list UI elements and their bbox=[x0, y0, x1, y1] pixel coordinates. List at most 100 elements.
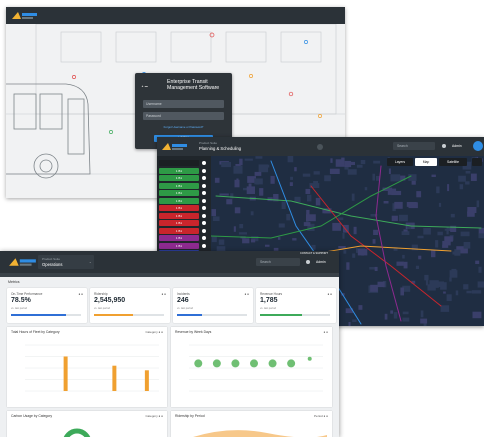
kpi-card-revenue-hours[interactable]: Revenue Hours ● ● 1,785 vs. last period bbox=[256, 288, 336, 323]
map-block bbox=[477, 281, 484, 288]
data-point bbox=[250, 359, 258, 368]
module-name[interactable]: Planning & Scheduling bbox=[199, 146, 241, 151]
data-point bbox=[231, 359, 240, 368]
kpi-card-incidents[interactable]: Incidents ● ● 246 vs. last period bbox=[173, 288, 253, 323]
panel-controls[interactable]: ● ● bbox=[324, 330, 328, 334]
map-block bbox=[471, 290, 482, 294]
map-block bbox=[277, 237, 281, 240]
avatar[interactable] bbox=[473, 141, 483, 151]
map-block bbox=[357, 249, 368, 256]
map-block bbox=[278, 223, 285, 228]
kpi-sub: vs. last period bbox=[177, 307, 194, 310]
kpi-progress bbox=[177, 314, 247, 316]
map-block bbox=[294, 167, 297, 172]
kpi-controls[interactable]: ● ● bbox=[328, 292, 332, 296]
map-block bbox=[360, 160, 366, 165]
kpi-card-ridership[interactable]: Ridership ● ● 2,545,950 vs. last period bbox=[90, 288, 170, 323]
route-item[interactable]: 1 B1 bbox=[159, 242, 199, 249]
route-item[interactable]: 1 B1 bbox=[159, 227, 199, 234]
route-visibility-icon[interactable] bbox=[202, 183, 206, 188]
route-item[interactable]: 1 B1 bbox=[159, 220, 199, 226]
menu-icon[interactable] bbox=[317, 144, 323, 150]
kpi-controls[interactable]: ● ● bbox=[162, 292, 166, 296]
map-block bbox=[342, 233, 345, 239]
tab-satellite[interactable]: Satellite bbox=[439, 158, 467, 166]
route-item[interactable]: 1 B1 bbox=[159, 190, 199, 196]
panel-title: Total Hours of Fleet by Category bbox=[11, 330, 60, 334]
chevron-down-icon: ⌄ bbox=[89, 260, 92, 264]
username-field[interactable]: Username bbox=[143, 100, 224, 108]
tab-layers[interactable]: Layers bbox=[387, 158, 413, 166]
map-block bbox=[408, 174, 417, 181]
map-block bbox=[281, 201, 286, 209]
route-item[interactable]: 1 B1 bbox=[159, 205, 199, 211]
bar bbox=[112, 365, 117, 391]
forgot-link[interactable]: Forgot Username or Password? bbox=[135, 125, 232, 129]
map-block bbox=[465, 181, 470, 185]
data-point bbox=[194, 359, 203, 368]
route-visibility-icon[interactable] bbox=[202, 213, 206, 218]
kpi-progress-fill bbox=[11, 314, 66, 316]
map-block bbox=[221, 162, 231, 168]
map-block bbox=[292, 238, 297, 241]
notification-icon[interactable] bbox=[306, 260, 310, 264]
kpi-controls[interactable]: ● ● bbox=[245, 292, 249, 296]
kpi-label: Ridership bbox=[94, 292, 108, 296]
map-block bbox=[417, 235, 424, 239]
kpi-card-on-time[interactable]: On-Time Performance ● ● 78.5% vs. last p… bbox=[7, 288, 87, 323]
fullscreen-icon[interactable] bbox=[472, 158, 482, 166]
search-input[interactable]: Search bbox=[256, 258, 300, 266]
kpi-progress-fill bbox=[94, 314, 133, 316]
user-menu[interactable]: Admin bbox=[452, 144, 462, 148]
category-filter[interactable]: Category ● ● bbox=[146, 330, 163, 334]
map-block bbox=[265, 244, 270, 247]
route-visibility-icon[interactable] bbox=[202, 168, 206, 173]
kpi-progress bbox=[260, 314, 330, 316]
map-block bbox=[460, 231, 470, 237]
route-visibility-icon[interactable] bbox=[202, 221, 206, 225]
map-block bbox=[478, 232, 484, 239]
route-visibility-icon[interactable] bbox=[202, 228, 206, 233]
map-block bbox=[402, 254, 405, 259]
period-filter[interactable]: Period ● ● bbox=[314, 414, 328, 418]
route-visibility-icon[interactable] bbox=[202, 198, 206, 203]
map-block bbox=[463, 284, 469, 290]
map-block bbox=[476, 200, 480, 208]
app-title: Enterprise Transit Management Software bbox=[167, 79, 220, 91]
tab-map[interactable]: Map bbox=[415, 158, 437, 166]
map-block bbox=[348, 322, 351, 326]
bar bbox=[144, 370, 149, 391]
route-item[interactable]: 1 B1 bbox=[159, 175, 199, 181]
route-visibility-icon[interactable] bbox=[202, 161, 206, 165]
notification-icon[interactable] bbox=[442, 144, 446, 148]
map-block bbox=[294, 196, 301, 203]
kpi-value: 1,785 bbox=[260, 297, 278, 304]
revenue-panel: Revenue by Week Days ● ● bbox=[171, 327, 332, 407]
route-visibility-icon[interactable] bbox=[202, 206, 206, 210]
kpi-progress-fill bbox=[177, 314, 202, 316]
map-block bbox=[270, 175, 275, 184]
route-item[interactable]: 1 B1 bbox=[159, 235, 199, 241]
map-block bbox=[391, 190, 402, 196]
route-item[interactable]: 1 B1 bbox=[159, 182, 199, 189]
route-visibility-icon[interactable] bbox=[202, 191, 206, 195]
route-visibility-icon[interactable] bbox=[202, 243, 206, 248]
map-block bbox=[401, 231, 410, 235]
route-visibility-icon[interactable] bbox=[202, 176, 206, 180]
map-block bbox=[466, 290, 472, 294]
map-block bbox=[450, 213, 455, 218]
contact-link[interactable]: CONTACT & SUPPORT bbox=[300, 252, 328, 255]
search-input[interactable]: Search bbox=[393, 142, 435, 150]
route-item[interactable]: 1 B1 bbox=[159, 197, 199, 204]
category-filter[interactable]: Category ● ● bbox=[146, 414, 163, 418]
map-block bbox=[438, 202, 442, 207]
password-field[interactable]: Password bbox=[143, 112, 224, 120]
route-item[interactable]: 1 B1 bbox=[159, 212, 199, 219]
map-block bbox=[431, 174, 436, 177]
route-item[interactable]: 1 B1 bbox=[159, 167, 199, 174]
user-menu[interactable]: Admin bbox=[316, 260, 326, 264]
route-item[interactable] bbox=[159, 160, 199, 166]
route-visibility-icon[interactable] bbox=[202, 236, 206, 240]
kpi-controls[interactable]: ● ● bbox=[79, 292, 83, 296]
map-block bbox=[467, 211, 475, 217]
